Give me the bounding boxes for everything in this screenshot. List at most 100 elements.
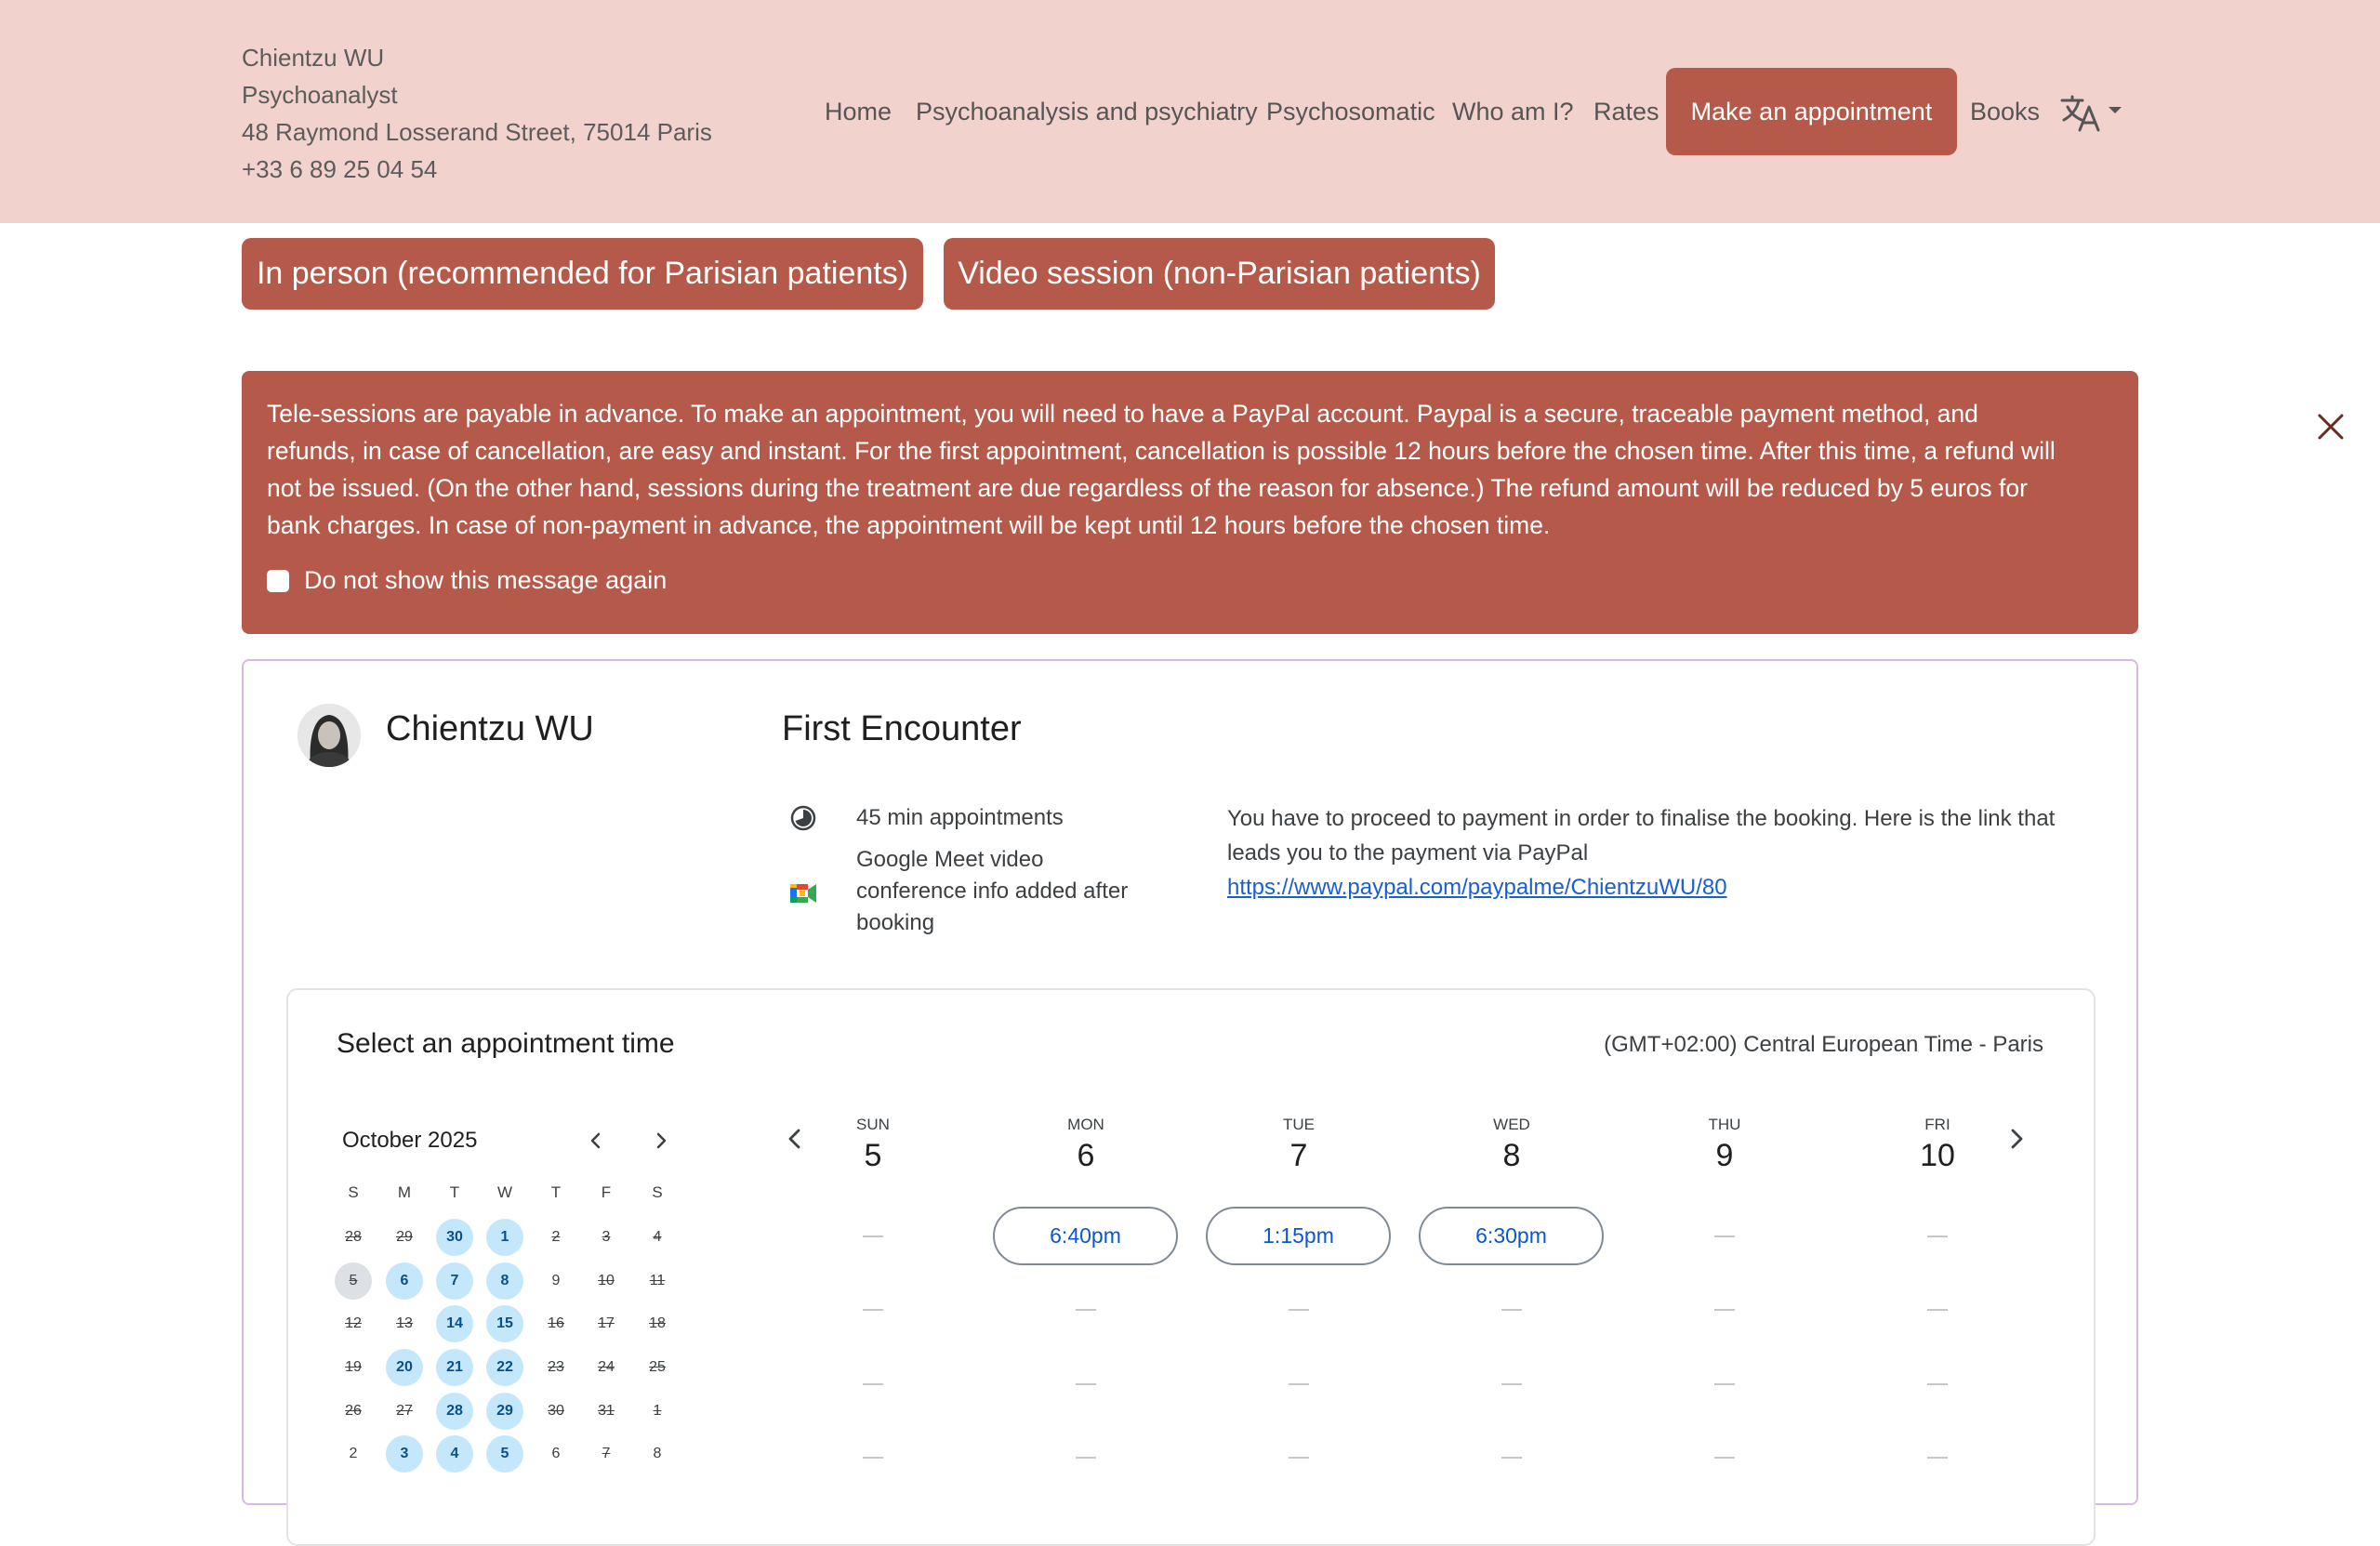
weekday-label: T	[449, 1183, 460, 1201]
nav-who-am-i[interactable]: Who am I?	[1452, 68, 1574, 155]
translate-icon	[2060, 95, 2122, 132]
prev-week-icon[interactable]	[781, 1125, 809, 1153]
calendar-day: 4	[653, 1229, 662, 1245]
next-week-icon[interactable]	[2003, 1125, 2030, 1153]
in-person-button[interactable]: In person (recommended for Parisian pati…	[242, 238, 923, 310]
nav-psychosomatic[interactable]: Psychosomatic	[1266, 68, 1435, 155]
no-slot-dash	[863, 1309, 883, 1311]
calendar-day: 29	[396, 1229, 413, 1245]
day-date: 8	[1502, 1138, 1521, 1173]
time-slot-button[interactable]: 6:30pm	[1419, 1207, 1604, 1265]
paypal-link[interactable]: https://www.paypal.com/paypalme/Chientzu…	[1227, 875, 1727, 900]
weekday-label: S	[348, 1183, 359, 1201]
day-date: 7	[1289, 1138, 1308, 1173]
booking-description: You have to proceed to payment in order …	[1227, 801, 2101, 905]
weekday-label: F	[601, 1183, 612, 1201]
day-header: SUN 5	[817, 1116, 929, 1174]
calendar-day[interactable]: 29	[486, 1393, 523, 1430]
time-slot-button[interactable]: 1:15pm	[1206, 1207, 1391, 1265]
calendar-day: 6	[551, 1446, 561, 1461]
weekday-label: S	[652, 1183, 663, 1201]
contact-address: 48 Raymond Losserand Street, 75014 Paris	[242, 118, 712, 146]
checkbox-box[interactable]	[267, 569, 289, 592]
video-session-button[interactable]: Video session (non-Parisian patients)	[944, 238, 1495, 310]
dont-show-again-checkbox[interactable]: Do not show this message again	[267, 566, 667, 595]
calendar-day[interactable]: 6	[386, 1262, 423, 1300]
calendar-day: 2	[349, 1446, 358, 1461]
calendar-day[interactable]: 8	[486, 1262, 523, 1300]
close-icon[interactable]	[2314, 410, 2347, 443]
no-slot-dash	[1714, 1309, 1735, 1311]
weekday-label: W	[496, 1183, 513, 1201]
calendar-day[interactable]: 15	[486, 1305, 523, 1342]
calendar-day: 13	[396, 1315, 413, 1331]
calendar-day: 17	[598, 1315, 615, 1331]
nav-home[interactable]: Home	[825, 68, 892, 155]
meet-info-line: Google Meet video	[856, 847, 1044, 872]
no-slot-dash	[1927, 1457, 1948, 1459]
site-header: Chientzu WU Psychoanalyst 48 Raymond Los…	[0, 0, 2380, 223]
nav-make-appointment[interactable]: Make an appointment	[1666, 68, 1957, 155]
calendar-day[interactable]: 1	[486, 1219, 523, 1256]
google-meet-icon	[790, 884, 816, 903]
weekday-label: T	[550, 1183, 562, 1201]
chevron-left-icon[interactable]	[582, 1127, 610, 1155]
calendar-day[interactable]: 5	[486, 1435, 523, 1473]
chevron-right-icon[interactable]	[647, 1127, 675, 1155]
day-header: TUE 7	[1243, 1116, 1355, 1174]
contact-block: Chientzu WU Psychoanalyst 48 Raymond Los…	[242, 39, 712, 188]
calendar-day: 23	[548, 1359, 564, 1375]
day-header: FRI 10	[1882, 1116, 1993, 1174]
calendar-day: 26	[345, 1403, 362, 1419]
meet-info-line: booking	[856, 910, 935, 935]
nav-psychoanalysis[interactable]: Psychoanalysis and psychiatry	[916, 68, 1258, 155]
nav-rates[interactable]: Rates	[1593, 68, 1659, 155]
no-slot-dash	[1076, 1383, 1096, 1385]
description-line: leads you to the payment via PayPal	[1227, 840, 1589, 865]
calendar-day[interactable]: 22	[486, 1349, 523, 1386]
calendar-day[interactable]: 28	[436, 1393, 473, 1430]
calendar-day: 30	[548, 1403, 564, 1419]
meet-info: Google Meet video conference info added …	[856, 844, 1128, 939]
calendar-day[interactable]: 3	[386, 1435, 423, 1473]
calendar-month: October 2025	[342, 1128, 478, 1153]
calendar-day: 3	[602, 1229, 611, 1245]
calendar-day: 7	[602, 1446, 611, 1461]
no-slot-dash	[1714, 1457, 1735, 1459]
timezone-selector[interactable]: (GMT+02:00) Central European Time - Pari…	[1302, 1032, 2043, 1058]
day-header: WED 8	[1456, 1116, 1567, 1174]
weekday-label: M	[397, 1183, 412, 1201]
contact-phone[interactable]: +33 6 89 25 04 54	[242, 151, 712, 188]
calendar-day: 12	[345, 1315, 362, 1331]
calendar-day[interactable]: 20	[386, 1349, 423, 1386]
calendar-day: 19	[345, 1359, 362, 1375]
no-slot-dash	[1076, 1457, 1096, 1459]
day-name: THU	[1708, 1116, 1741, 1133]
calendar-day: 8	[653, 1446, 662, 1461]
calendar-day[interactable]: 14	[436, 1305, 473, 1342]
day-header: THU 9	[1669, 1116, 1780, 1174]
no-slot-dash	[1289, 1383, 1309, 1385]
calendar-day[interactable]: 4	[436, 1435, 473, 1473]
payment-alert: Tele-sessions are payable in advance. To…	[242, 371, 2344, 634]
description-line: You have to proceed to payment in order …	[1227, 806, 2056, 831]
time-slot-button[interactable]: 6:40pm	[993, 1207, 1178, 1265]
calendar-day[interactable]: 7	[436, 1262, 473, 1300]
event-title: First Encounter	[782, 709, 1022, 748]
clock-icon	[790, 805, 816, 831]
language-dropdown[interactable]	[2060, 94, 2125, 132]
contact-profession: Psychoanalyst	[242, 81, 398, 109]
calendar-day: 5	[335, 1262, 372, 1300]
no-slot-dash	[1289, 1309, 1309, 1311]
calendar-day: 9	[551, 1273, 561, 1288]
day-name: TUE	[1283, 1116, 1315, 1133]
day-date: 5	[864, 1138, 882, 1173]
host-name: Chientzu WU	[386, 709, 594, 748]
calendar-day: 2	[551, 1229, 561, 1245]
calendar-day[interactable]: 21	[436, 1349, 473, 1386]
nav-books[interactable]: Books	[1970, 68, 2040, 155]
calendar-day[interactable]: 30	[436, 1219, 473, 1256]
duration-text: 45 min appointments	[856, 805, 1064, 830]
no-slot-dash	[1501, 1309, 1522, 1311]
calendar-day: 18	[649, 1315, 666, 1331]
